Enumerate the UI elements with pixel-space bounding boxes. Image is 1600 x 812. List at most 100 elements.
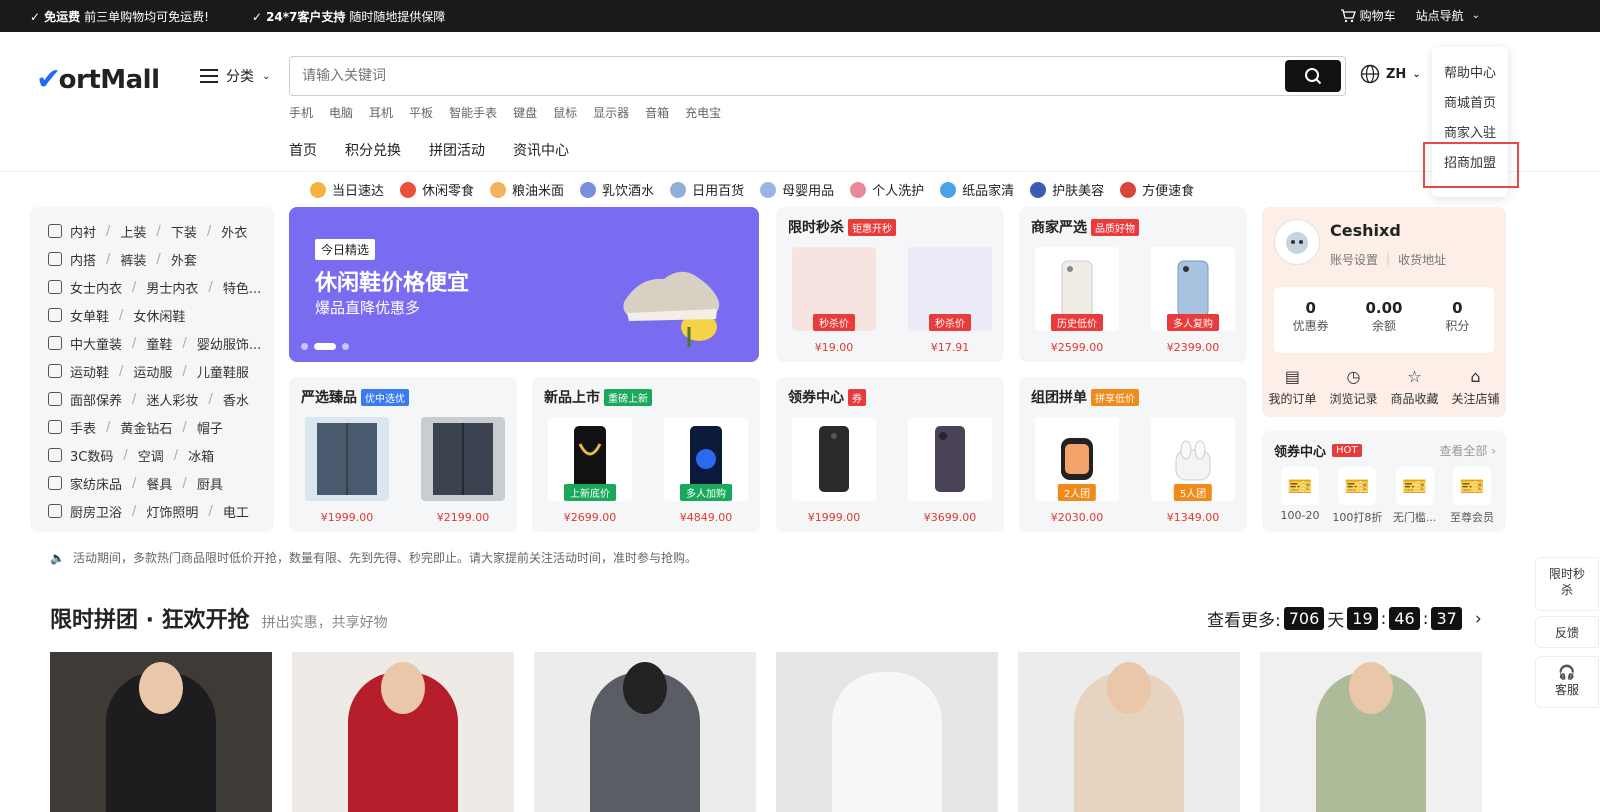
quick-category-item[interactable]: 当日速达 — [310, 180, 384, 199]
countdown[interactable]: 查看更多: 706 天 19: 46: 37 › — [1207, 606, 1482, 631]
product-card[interactable] — [1018, 652, 1240, 812]
nav-news[interactable]: 资讯中心 — [513, 140, 569, 160]
nav-home[interactable]: 首页 — [289, 140, 317, 160]
nav-group-buy[interactable]: 拼团活动 — [429, 140, 485, 160]
sidebar-category-link[interactable]: 手表 — [70, 418, 96, 437]
menu-item-help-center[interactable]: 帮助中心 — [1432, 59, 1508, 89]
sidebar-category-link[interactable]: 迷人彩妆 — [146, 390, 198, 409]
selected-card[interactable]: 商家严选 品质好物 历史低价 多人复购 ¥2599.00 ¥2399.00 — [1019, 207, 1247, 362]
sidebar-category-link[interactable]: 裤装 — [120, 250, 146, 269]
sidebar-category-link[interactable]: 运动服 — [133, 362, 172, 381]
premium-card[interactable]: 严选臻品 优中选优 ¥1999.00 ¥2199.00 — [289, 377, 517, 532]
sidebar-category-link[interactable]: 灯饰照明 — [146, 502, 198, 521]
menu-item-mall-home[interactable]: 商城首页 — [1432, 89, 1508, 119]
sidebar-category-link[interactable]: 餐具 — [146, 474, 172, 493]
hotword-link[interactable]: 电脑 — [329, 104, 353, 121]
stat-coupons[interactable]: 0 优惠券 — [1274, 287, 1347, 353]
sidebar-category-link[interactable]: 儿童鞋服 — [197, 362, 249, 381]
stat-points[interactable]: 0 积分 — [1421, 287, 1494, 353]
sidebar-category-link[interactable]: 香水 — [223, 390, 249, 409]
sidebar-category-link[interactable]: 冰箱 — [188, 446, 214, 465]
hotword-link[interactable]: 显示器 — [593, 104, 629, 121]
sidebar-category-link[interactable]: 男士内衣 — [146, 278, 198, 297]
sidebar-category-link[interactable]: 3C数码 — [70, 446, 113, 465]
hotword-link[interactable]: 手机 — [289, 104, 313, 121]
product-card[interactable] — [292, 652, 514, 812]
followed-stores-button[interactable]: ⌂ 关注店铺 — [1451, 367, 1499, 407]
sidebar-category-link[interactable]: 面部保养 — [70, 390, 122, 409]
sidebar-category-link[interactable]: 上装 — [120, 222, 146, 241]
sidebar-category-link[interactable]: 特色... — [223, 278, 261, 297]
sidebar-category-link[interactable]: 家纺床品 — [70, 474, 122, 493]
product-card[interactable] — [534, 652, 756, 812]
sidebar-category-link[interactable]: 童鞋 — [146, 334, 172, 353]
hotword-link[interactable]: 充电宝 — [685, 104, 721, 121]
sidebar-category-link[interactable]: 女单鞋 — [70, 306, 109, 325]
quick-category-item[interactable]: 个人洗护 — [850, 180, 924, 199]
product-thumb[interactable]: 5人团 — [1151, 417, 1235, 501]
product-thumb[interactable]: 秒杀价 — [792, 247, 876, 331]
search-input[interactable] — [290, 57, 1250, 95]
sidebar-category-link[interactable]: 内搭 — [70, 250, 96, 269]
quick-category-item[interactable]: 粮油米面 — [490, 180, 564, 199]
hotword-link[interactable]: 耳机 — [369, 104, 393, 121]
coupon-item[interactable]: 🎫 无门槛... — [1389, 467, 1441, 525]
sidebar-category-link[interactable]: 外衣 — [221, 222, 247, 241]
sidebar-category-link[interactable]: 黄金钻石 — [120, 418, 172, 437]
quick-category-item[interactable]: 纸品家清 — [940, 180, 1014, 199]
sidebar-category-link[interactable]: 厨房卫浴 — [70, 502, 122, 521]
hotword-link[interactable]: 智能手表 — [449, 104, 497, 121]
site-nav-dropdown[interactable]: 站点导航 ⌄ — [1416, 7, 1480, 24]
sidebar-category-link[interactable]: 电工 — [223, 502, 249, 521]
coupon-center-card[interactable]: 领券中心券 ¥1999.00 ¥3699.00 — [776, 377, 1004, 532]
product-thumb[interactable]: 2人团 — [1035, 417, 1119, 501]
hotword-link[interactable]: 音箱 — [645, 104, 669, 121]
coupon-item[interactable]: 🎫 至尊会员 — [1446, 467, 1498, 525]
quick-category-item[interactable]: 日用百货 — [670, 180, 744, 199]
my-orders-button[interactable]: ▤ 我的订单 — [1268, 367, 1316, 407]
view-all-coupons-link[interactable]: 查看全部 › — [1439, 442, 1496, 459]
float-feedback[interactable]: 反馈 — [1535, 616, 1599, 648]
float-flash-sale[interactable]: 限时秒杀 — [1535, 557, 1599, 611]
quick-category-item[interactable]: 母婴用品 — [760, 180, 834, 199]
account-settings-link[interactable]: 账号设置 — [1330, 251, 1378, 268]
carousel-dots[interactable] — [301, 343, 349, 350]
coupon-item[interactable]: 🎫 100-20 — [1274, 467, 1326, 525]
sidebar-category-link[interactable]: 女士内衣 — [70, 278, 122, 297]
language-switch[interactable]: ZH ⌄ — [1360, 64, 1421, 84]
new-arrival-card[interactable]: 新品上市 重磅上新 上新底价 多人加购 ¥2699.00 ¥4849.00 — [532, 377, 760, 532]
cart-link[interactable]: 购物车 — [1340, 7, 1396, 24]
sidebar-category-link[interactable]: 婴幼服饰... — [197, 334, 261, 353]
sidebar-category-link[interactable]: 厨具 — [197, 474, 223, 493]
product-thumb[interactable]: 历史低价 — [1035, 247, 1119, 331]
coupon-item[interactable]: 🎫 100打8折 — [1331, 467, 1383, 525]
sidebar-category-link[interactable]: 内衬 — [70, 222, 96, 241]
sidebar-category-link[interactable]: 运动鞋 — [70, 362, 109, 381]
product-card[interactable] — [776, 652, 998, 812]
product-thumb[interactable]: 多人加购 — [664, 417, 748, 501]
history-button[interactable]: ◷ 浏览记录 — [1329, 367, 1377, 407]
product-thumb[interactable]: 上新底价 — [548, 417, 632, 501]
sidebar-category-link[interactable]: 女休闲鞋 — [133, 306, 185, 325]
product-thumb[interactable] — [421, 417, 505, 501]
product-card[interactable] — [1260, 652, 1482, 812]
category-button[interactable]: 分类 ⌄ — [200, 66, 270, 86]
product-thumb[interactable] — [908, 417, 992, 501]
product-thumb[interactable] — [792, 417, 876, 501]
address-link[interactable]: 收货地址 — [1398, 251, 1446, 268]
quick-category-item[interactable]: 乳饮酒水 — [580, 180, 654, 199]
sidebar-category-link[interactable]: 中大童装 — [70, 334, 122, 353]
product-thumb[interactable] — [305, 417, 389, 501]
nav-points[interactable]: 积分兑换 — [345, 140, 401, 160]
hero-banner[interactable]: 今日精选 休闲鞋价格便宜 爆品直降优惠多 — [289, 207, 759, 362]
sidebar-category-link[interactable]: 帽子 — [197, 418, 223, 437]
quick-category-item[interactable]: 休闲零食 — [400, 180, 474, 199]
search-button[interactable] — [1285, 60, 1341, 92]
hotword-link[interactable]: 鼠标 — [553, 104, 577, 121]
hotword-link[interactable]: 键盘 — [513, 104, 537, 121]
hotword-link[interactable]: 平板 — [409, 104, 433, 121]
logo[interactable]: ✔ ortMall — [36, 62, 160, 97]
stat-balance[interactable]: 0.00 余额 — [1347, 287, 1420, 353]
group-buy-card[interactable]: 组团拼单 拼享低价 2人团 5人团 ¥2030.00 ¥1349.00 — [1019, 377, 1247, 532]
avatar[interactable] — [1274, 219, 1320, 265]
